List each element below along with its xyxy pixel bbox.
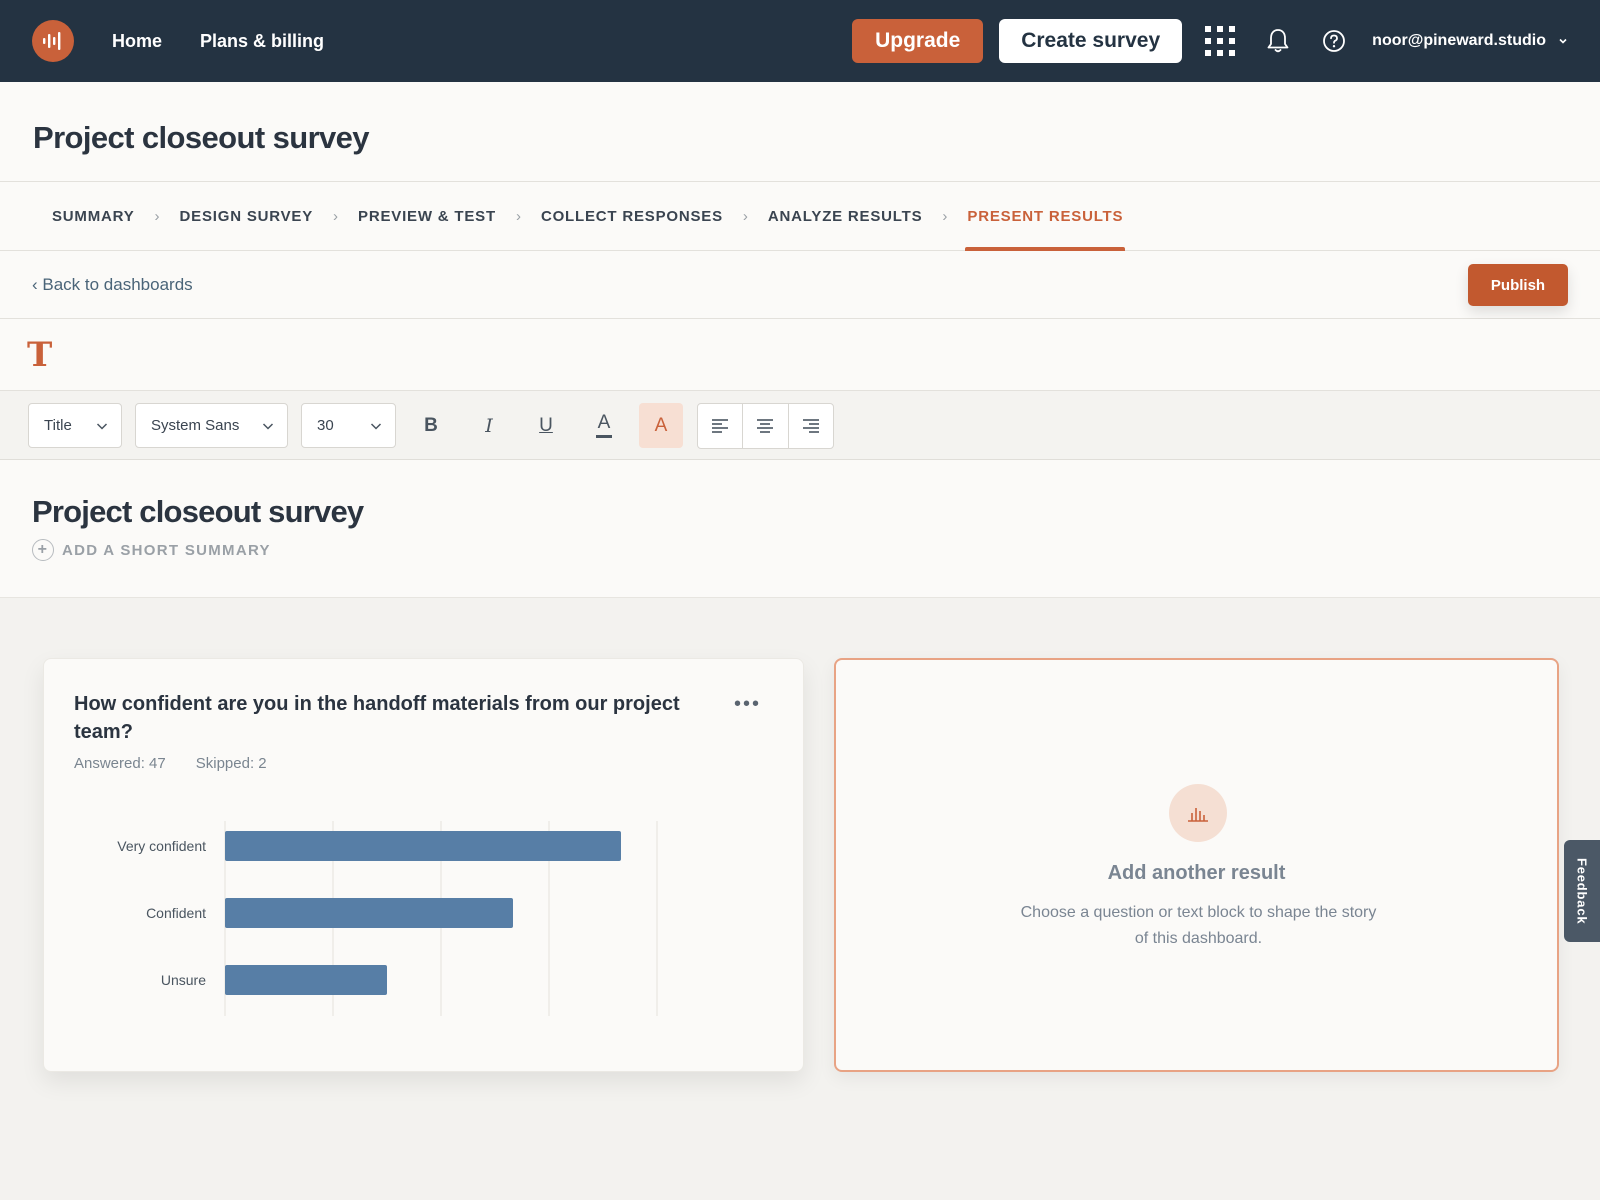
font-family-value: System Sans: [151, 417, 240, 434]
add-result-description: Choose a question or text block to shape…: [1020, 904, 1377, 947]
text-style-value: Title: [44, 417, 72, 434]
step-preview-test[interactable]: PREVIEW & TEST: [358, 182, 496, 251]
plus-icon: +: [32, 539, 54, 561]
skipped-count: Skipped: 2: [195, 755, 267, 772]
page-title: Project closeout survey: [33, 120, 370, 155]
add-summary-button[interactable]: + ADD A SHORT SUMMARY: [32, 539, 271, 561]
publish-button[interactable]: Publish: [1468, 264, 1568, 306]
question-title: How confident are you in the handoff mat…: [74, 693, 680, 743]
chevron-right-icon: ›: [515, 207, 521, 225]
nav-home-link[interactable]: Home: [112, 31, 162, 52]
align-left-icon[interactable]: [698, 404, 744, 448]
help-icon[interactable]: [1318, 25, 1350, 57]
feedback-label: Feedback: [1574, 857, 1590, 925]
create-survey-button[interactable]: Create survey: [999, 19, 1183, 63]
nav-billing-link[interactable]: Plans & billing: [200, 31, 324, 52]
chevron-down-icon: [1559, 38, 1567, 44]
page-header: Project closeout survey: [0, 82, 1600, 182]
chevron-down-icon: [262, 423, 274, 430]
bar-chart: Very confident Confident Unsure: [117, 821, 658, 1016]
chevron-right-icon: ›: [942, 207, 948, 225]
back-to-dashboards-link[interactable]: ‹ Back to dashboards: [32, 275, 193, 295]
alignment-group: [697, 403, 834, 449]
step-collect-responses[interactable]: COLLECT RESPONSES: [541, 182, 723, 251]
block-type-row: T: [0, 319, 1600, 391]
step-analyze-results[interactable]: ANALYZE RESULTS: [768, 182, 923, 251]
highlight-color-button[interactable]: A: [639, 403, 683, 448]
dashboard-title[interactable]: Project closeout survey: [32, 494, 364, 530]
italic-button[interactable]: I: [467, 403, 511, 448]
format-toolbar: Title System Sans 30 B I U A A: [0, 391, 1600, 460]
text-block-icon[interactable]: T: [27, 335, 52, 375]
survey-stepper: SUMMARY › DESIGN SURVEY › PREVIEW & TEST…: [0, 182, 1600, 251]
answered-count: Answered: 47: [74, 755, 166, 772]
logo-icon[interactable]: [32, 20, 74, 62]
chevron-right-icon: ›: [333, 207, 339, 225]
text-style-select[interactable]: Title: [28, 403, 122, 448]
bar-chart-icon: [1169, 784, 1227, 842]
question-result-card[interactable]: How confident are you in the handoff mat…: [43, 658, 804, 1072]
bold-button[interactable]: B: [409, 403, 453, 448]
category-label: Unsure: [161, 972, 206, 988]
add-result-title: Add another result: [1107, 862, 1286, 884]
underline-button[interactable]: U: [524, 403, 568, 448]
upgrade-button[interactable]: Upgrade: [852, 19, 984, 63]
font-size-value: 30: [317, 417, 334, 434]
text-color-label: A: [597, 412, 611, 433]
user-email: noor@pineward.studio: [1372, 32, 1546, 49]
bar[interactable]: [225, 831, 621, 861]
step-design-survey[interactable]: DESIGN SURVEY: [180, 182, 314, 251]
text-color-button[interactable]: A: [582, 403, 626, 448]
question-stats: Answered: 47 Skipped: 2: [74, 755, 267, 772]
feedback-tab[interactable]: Feedback: [1564, 840, 1600, 942]
add-summary-label: ADD A SHORT SUMMARY: [62, 541, 271, 559]
top-nav: Home Plans & billing Upgrade Create surv…: [0, 0, 1600, 82]
bar[interactable]: [225, 898, 513, 928]
chevron-down-icon: [370, 423, 382, 430]
font-family-select[interactable]: System Sans: [135, 403, 288, 448]
bar[interactable]: [225, 965, 387, 995]
align-center-icon[interactable]: [743, 404, 789, 448]
align-right-icon[interactable]: [789, 404, 833, 448]
category-label: Very confident: [117, 838, 206, 854]
font-size-select[interactable]: 30: [301, 403, 396, 448]
text-color-swatch: [596, 435, 612, 438]
chevron-down-icon: [96, 423, 108, 430]
dashboard-action-bar: ‹ Back to dashboards Publish: [0, 251, 1600, 319]
apps-grid-icon[interactable]: [1204, 25, 1236, 57]
bell-icon[interactable]: [1262, 25, 1294, 57]
step-present-results[interactable]: PRESENT RESULTS: [965, 182, 1126, 251]
dashboard-title-area: Project closeout survey + ADD A SHORT SU…: [0, 460, 1600, 598]
add-result-card[interactable]: Add another result Choose a question or …: [834, 658, 1559, 1072]
step-summary[interactable]: SUMMARY: [52, 182, 135, 251]
more-options-icon[interactable]: •••: [734, 693, 761, 716]
chevron-right-icon: ›: [154, 207, 160, 225]
user-menu[interactable]: noor@pineward.studio: [1372, 32, 1568, 50]
chevron-right-icon: ›: [742, 207, 748, 225]
category-label: Confident: [146, 905, 206, 921]
